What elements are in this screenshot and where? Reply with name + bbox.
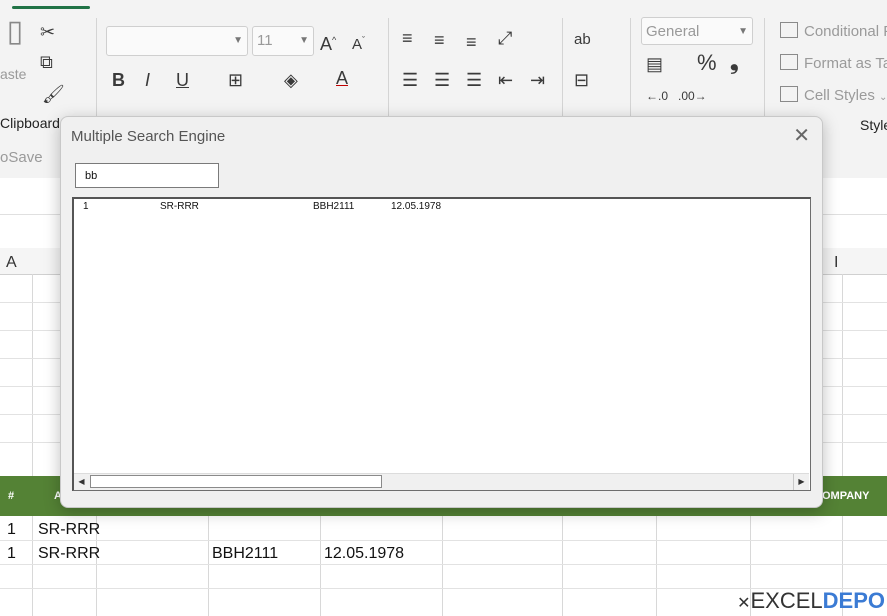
grid-line — [562, 516, 563, 616]
autosave-label[interactable]: oSave — [0, 149, 43, 166]
italic-icon[interactable]: I — [145, 70, 150, 90]
table-cell-code[interactable]: SR-RRR — [38, 521, 100, 539]
conditional-formatting-label: Conditional F — [804, 23, 887, 40]
group-separator — [388, 18, 389, 118]
number-format-value: General — [646, 23, 700, 40]
format-as-table-button[interactable]: Format as Ta — [780, 54, 887, 72]
clipboard-group-label: Clipboard — [0, 115, 60, 131]
font-color-icon[interactable]: A — [336, 68, 348, 88]
align-middle-icon[interactable]: ≡ — [434, 30, 445, 50]
close-icon[interactable]: ✕ — [793, 123, 810, 148]
font-size-combo[interactable]: 11 ▼ — [252, 26, 314, 56]
list-item[interactable]: 1 SR-RRR BBH2111 12.05.1978 — [74, 199, 809, 215]
chevron-down-icon: ▼ — [738, 26, 748, 37]
cell-styles-label: Cell Styles — [804, 87, 875, 104]
accounting-format-icon[interactable]: ▤ — [646, 54, 663, 74]
table-header-company[interactable]: OMPANY — [822, 490, 869, 502]
cell-styles-button[interactable]: Cell Styles ⌄ — [780, 86, 887, 104]
percent-icon[interactable]: % — [697, 52, 717, 74]
decrease-font-icon[interactable]: Aˇ — [352, 30, 365, 55]
chevron-down-icon: ▼ — [299, 35, 309, 46]
grid-line — [0, 540, 887, 541]
scrollbar-thumb[interactable] — [90, 475, 382, 488]
paste-label[interactable]: aste — [0, 66, 26, 82]
result-code: SR-RRR — [160, 201, 199, 212]
table-cell-code[interactable]: SR-RRR — [38, 545, 100, 563]
table-cell-num[interactable]: 1 — [7, 521, 16, 539]
table-cell-date[interactable]: 12.05.1978 — [324, 545, 404, 563]
bold-icon[interactable]: B — [112, 70, 125, 90]
orientation-icon[interactable]: ⤢ — [498, 28, 512, 48]
increase-decimal-icon[interactable]: ←.0 — [646, 86, 668, 106]
table-cell-num[interactable]: 1 — [7, 545, 16, 563]
fill-color-icon[interactable]: ◈ — [284, 70, 298, 90]
logo-mark-icon: ✕ — [737, 595, 751, 612]
grid-line — [656, 516, 657, 616]
group-separator — [764, 18, 765, 118]
chevron-down-icon: ⌄ — [879, 92, 887, 103]
scroll-left-icon[interactable]: ◀ — [74, 474, 89, 490]
align-right-icon[interactable]: ☰ — [466, 70, 482, 90]
horizontal-scrollbar[interactable]: ◀ ▶ — [74, 473, 809, 490]
comma-style-icon[interactable]: ❟ — [730, 51, 739, 73]
search-input[interactable] — [75, 163, 219, 188]
scroll-right-icon[interactable]: ▶ — [793, 474, 809, 490]
result-num: 1 — [83, 201, 89, 212]
dialog-title: Multiple Search Engine — [71, 128, 226, 145]
cut-icon[interactable]: ✂ — [40, 22, 55, 42]
conditional-formatting-button[interactable]: Conditional F — [780, 22, 887, 40]
number-format-combo[interactable]: General ▼ — [641, 17, 753, 45]
wrap-text-icon[interactable]: ab — [574, 30, 591, 50]
group-separator — [562, 18, 563, 118]
conditional-format-icon — [780, 22, 798, 38]
font-size-value: 11 — [257, 32, 273, 49]
cell-styles-icon — [780, 86, 798, 102]
table-cell-plate[interactable]: BBH2111 — [212, 545, 278, 563]
decrease-indent-icon[interactable]: ⇤ — [498, 70, 513, 90]
align-bottom-icon[interactable]: ≡ — [466, 32, 477, 52]
logo-text-excel: EXCEL — [750, 588, 823, 613]
grid-line — [208, 516, 209, 616]
group-separator — [630, 18, 631, 118]
result-plate: BBH2111 — [313, 201, 355, 212]
group-separator — [96, 18, 97, 118]
merge-center-icon[interactable]: ⊟ — [574, 70, 589, 90]
excel-depo-logo: ✕EXCELDEPO — [737, 588, 885, 614]
result-date: 12.05.1978 — [391, 201, 442, 212]
chevron-down-icon: ▼ — [233, 35, 243, 46]
styles-group-label: Style — [860, 117, 887, 133]
column-header-i[interactable]: I — [834, 254, 838, 272]
results-listbox[interactable]: 1 SR-RRR BBH2111 12.05.1978 ◀ ▶ — [72, 197, 811, 491]
copy-icon[interactable]: ⧉ — [40, 52, 53, 72]
increase-font-icon[interactable]: A^ — [320, 30, 336, 54]
search-dialog: Multiple Search Engine ✕ 1 SR-RRR BBH211… — [60, 116, 823, 508]
table-header-hash[interactable]: # — [8, 490, 14, 502]
underline-icon[interactable]: U — [176, 70, 189, 90]
grid-line — [320, 516, 321, 616]
decrease-decimal-icon[interactable]: .00→ — [678, 86, 707, 106]
column-header-a[interactable]: A — [6, 254, 17, 272]
align-center-icon[interactable]: ☰ — [434, 70, 450, 90]
align-top-icon[interactable]: ≡ — [402, 28, 413, 48]
borders-icon[interactable]: ⊞ — [228, 70, 243, 90]
font-name-combo[interactable]: ▼ — [106, 26, 248, 56]
active-tab-indicator — [12, 6, 90, 9]
logo-text-depo: DEPO — [822, 588, 885, 613]
format-painter-icon[interactable]: 🖌 — [42, 84, 65, 104]
table-icon — [780, 54, 798, 70]
format-as-table-label: Format as Ta — [804, 55, 887, 72]
align-left-icon[interactable]: ☰ — [402, 70, 418, 90]
increase-indent-icon[interactable]: ⇥ — [530, 70, 545, 90]
grid-line — [442, 516, 443, 616]
paste-icon[interactable]: ▯ — [0, 17, 30, 62]
grid-line — [0, 564, 887, 565]
